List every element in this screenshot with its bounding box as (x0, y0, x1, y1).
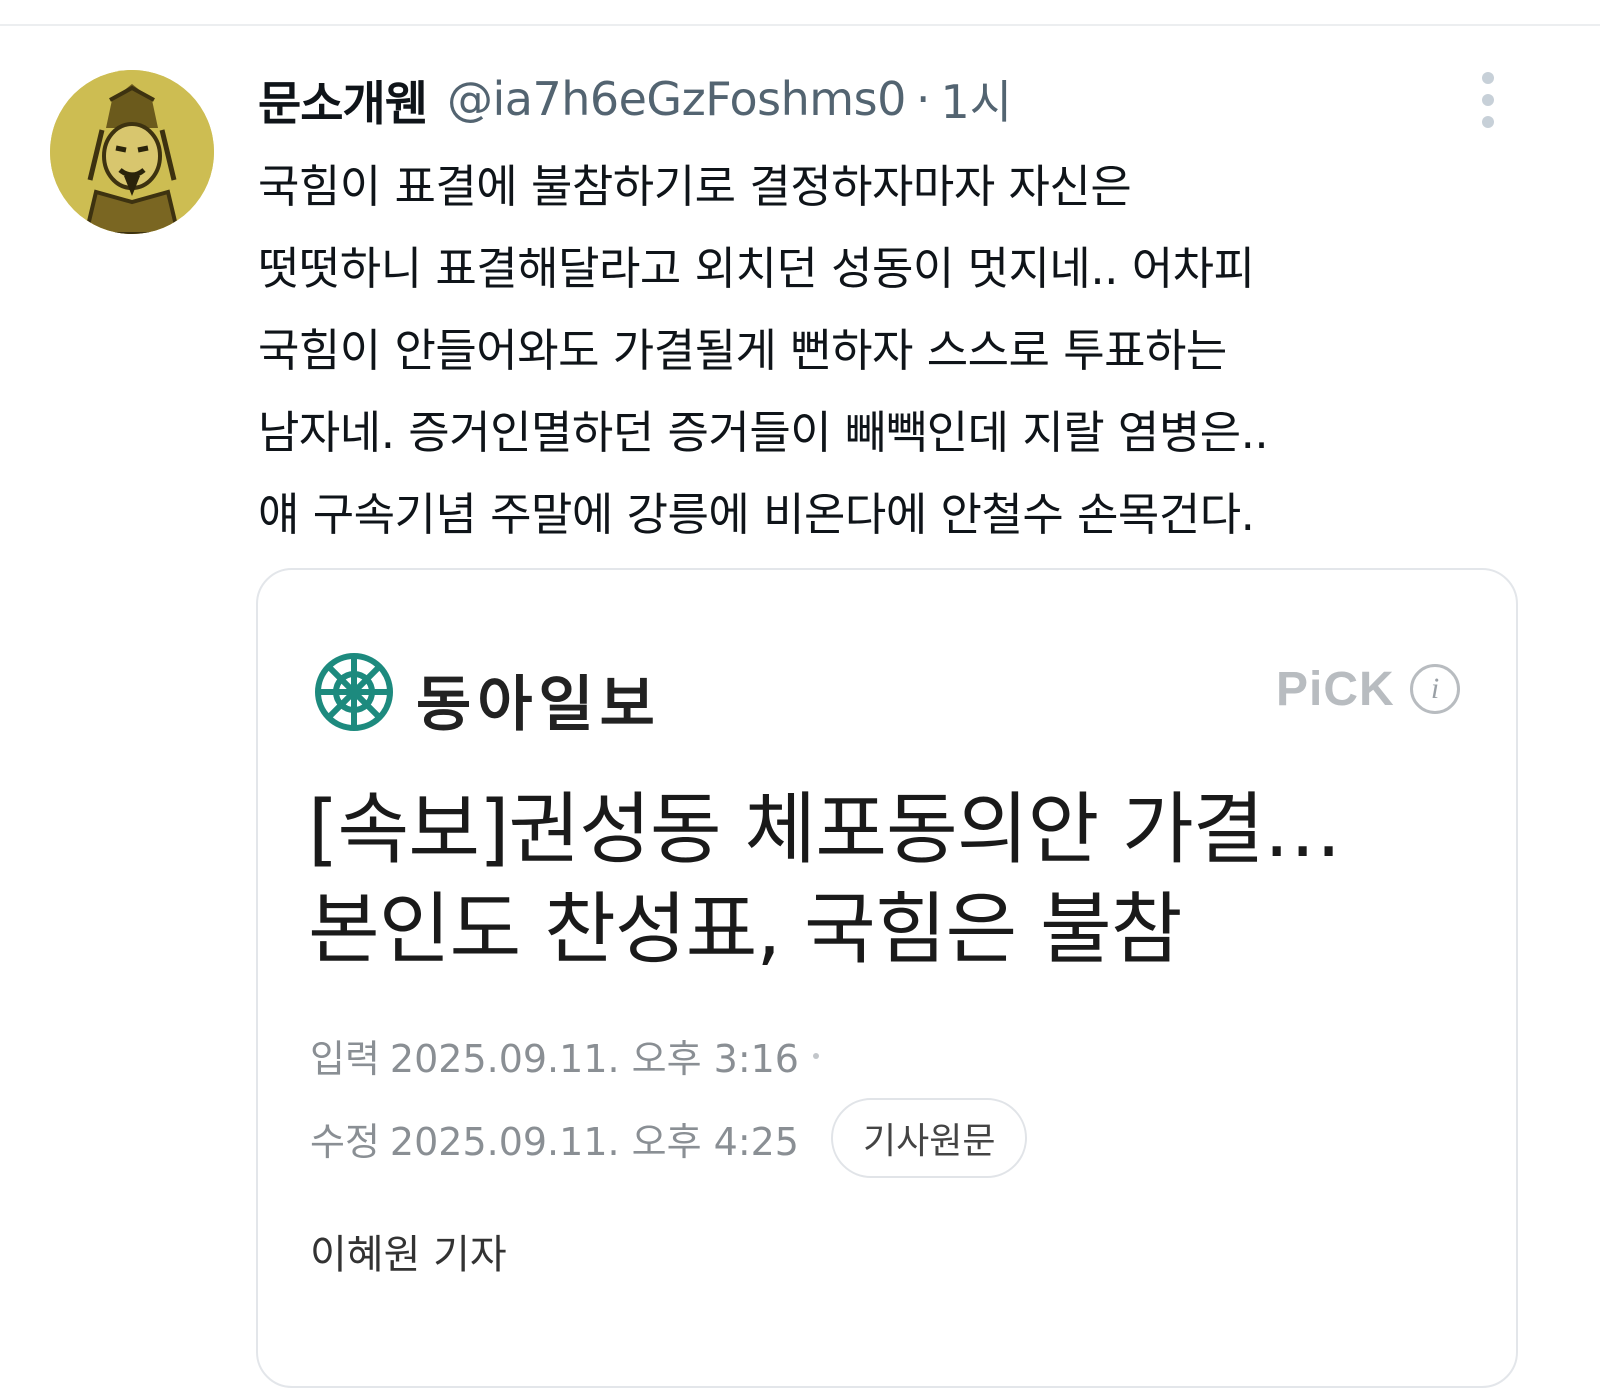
press-name[interactable]: 동아일보 (416, 656, 661, 743)
modified-label: 수정 (310, 1119, 380, 1164)
more-dot (1482, 116, 1494, 128)
tweet-text-line: 떳떳하니 표결해달라고 외치던 성동이 멋지네.. 어차피 (258, 242, 1255, 295)
article-headline[interactable]: [속보]권성동 체포동의안 가결… 본인도 찬성표, 국힘은 불참 (308, 780, 1478, 980)
info-icon[interactable]: i (1410, 664, 1460, 714)
tweet-text-line: 얘 구속기념 주말에 강릉에 비온다에 안철수 손목건다. (258, 488, 1255, 541)
user-avatar[interactable] (50, 70, 214, 234)
tweet-text-line: 국힘이 표결에 불참하기로 결정하자마자 자신은 (258, 160, 1132, 213)
separator-dot: · (915, 72, 931, 126)
top-divider (0, 24, 1600, 26)
tweet-header: 문소개웬 @ia7h6eGzFoshms0 · 1시 (258, 64, 1012, 134)
more-dot (1482, 72, 1494, 84)
headline-line: 본인도 찬성표, 국힘은 불참 (308, 885, 1183, 975)
modified-time-row: 수정 2025.09.11. 오후 4:25 기사원문 (310, 1098, 1028, 1178)
display-name[interactable]: 문소개웬 (258, 65, 428, 134)
avatar-portrait-icon (50, 70, 214, 234)
modified-time: 2025.09.11. 오후 4:25 (389, 1119, 799, 1164)
news-card[interactable]: 동아일보 PiCK i [속보]권성동 체포동의안 가결… 본인도 찬성표, 국… (256, 568, 1518, 1388)
reporter-name[interactable]: 이혜원 기자 (310, 1222, 507, 1280)
input-time: 2025.09.11. 오후 3:16 (389, 1037, 799, 1081)
tweet-text-line: 국힘이 안들어와도 가결될게 뻔하자 스스로 투표하는 (258, 324, 1227, 377)
more-dot (1482, 94, 1494, 106)
tweet-time[interactable]: 1시 (940, 66, 1012, 132)
more-vertical-icon[interactable] (1468, 72, 1508, 128)
tweet-text-line: 남자네. 증거인멸하던 증거들이 빼빽인데 지랄 염병은.. (258, 406, 1269, 459)
input-time-row: 입력 2025.09.11. 오후 3:16 (310, 1028, 819, 1083)
input-label: 입력 (310, 1037, 380, 1081)
meta-dot (813, 1052, 819, 1059)
donga-logo-icon (312, 650, 396, 738)
user-handle[interactable]: @ia7h6eGzFoshms0 (447, 72, 906, 126)
tweet-text: 국힘이 표결에 불참하기로 결정하자마자 자신은 떳떳하니 표결해달라고 외치던… (258, 146, 1578, 556)
original-article-button[interactable]: 기사원문 (831, 1098, 1028, 1178)
headline-line: [속보]권성동 체포동의안 가결… (308, 785, 1342, 875)
pick-badge: PiCK (1276, 663, 1395, 716)
